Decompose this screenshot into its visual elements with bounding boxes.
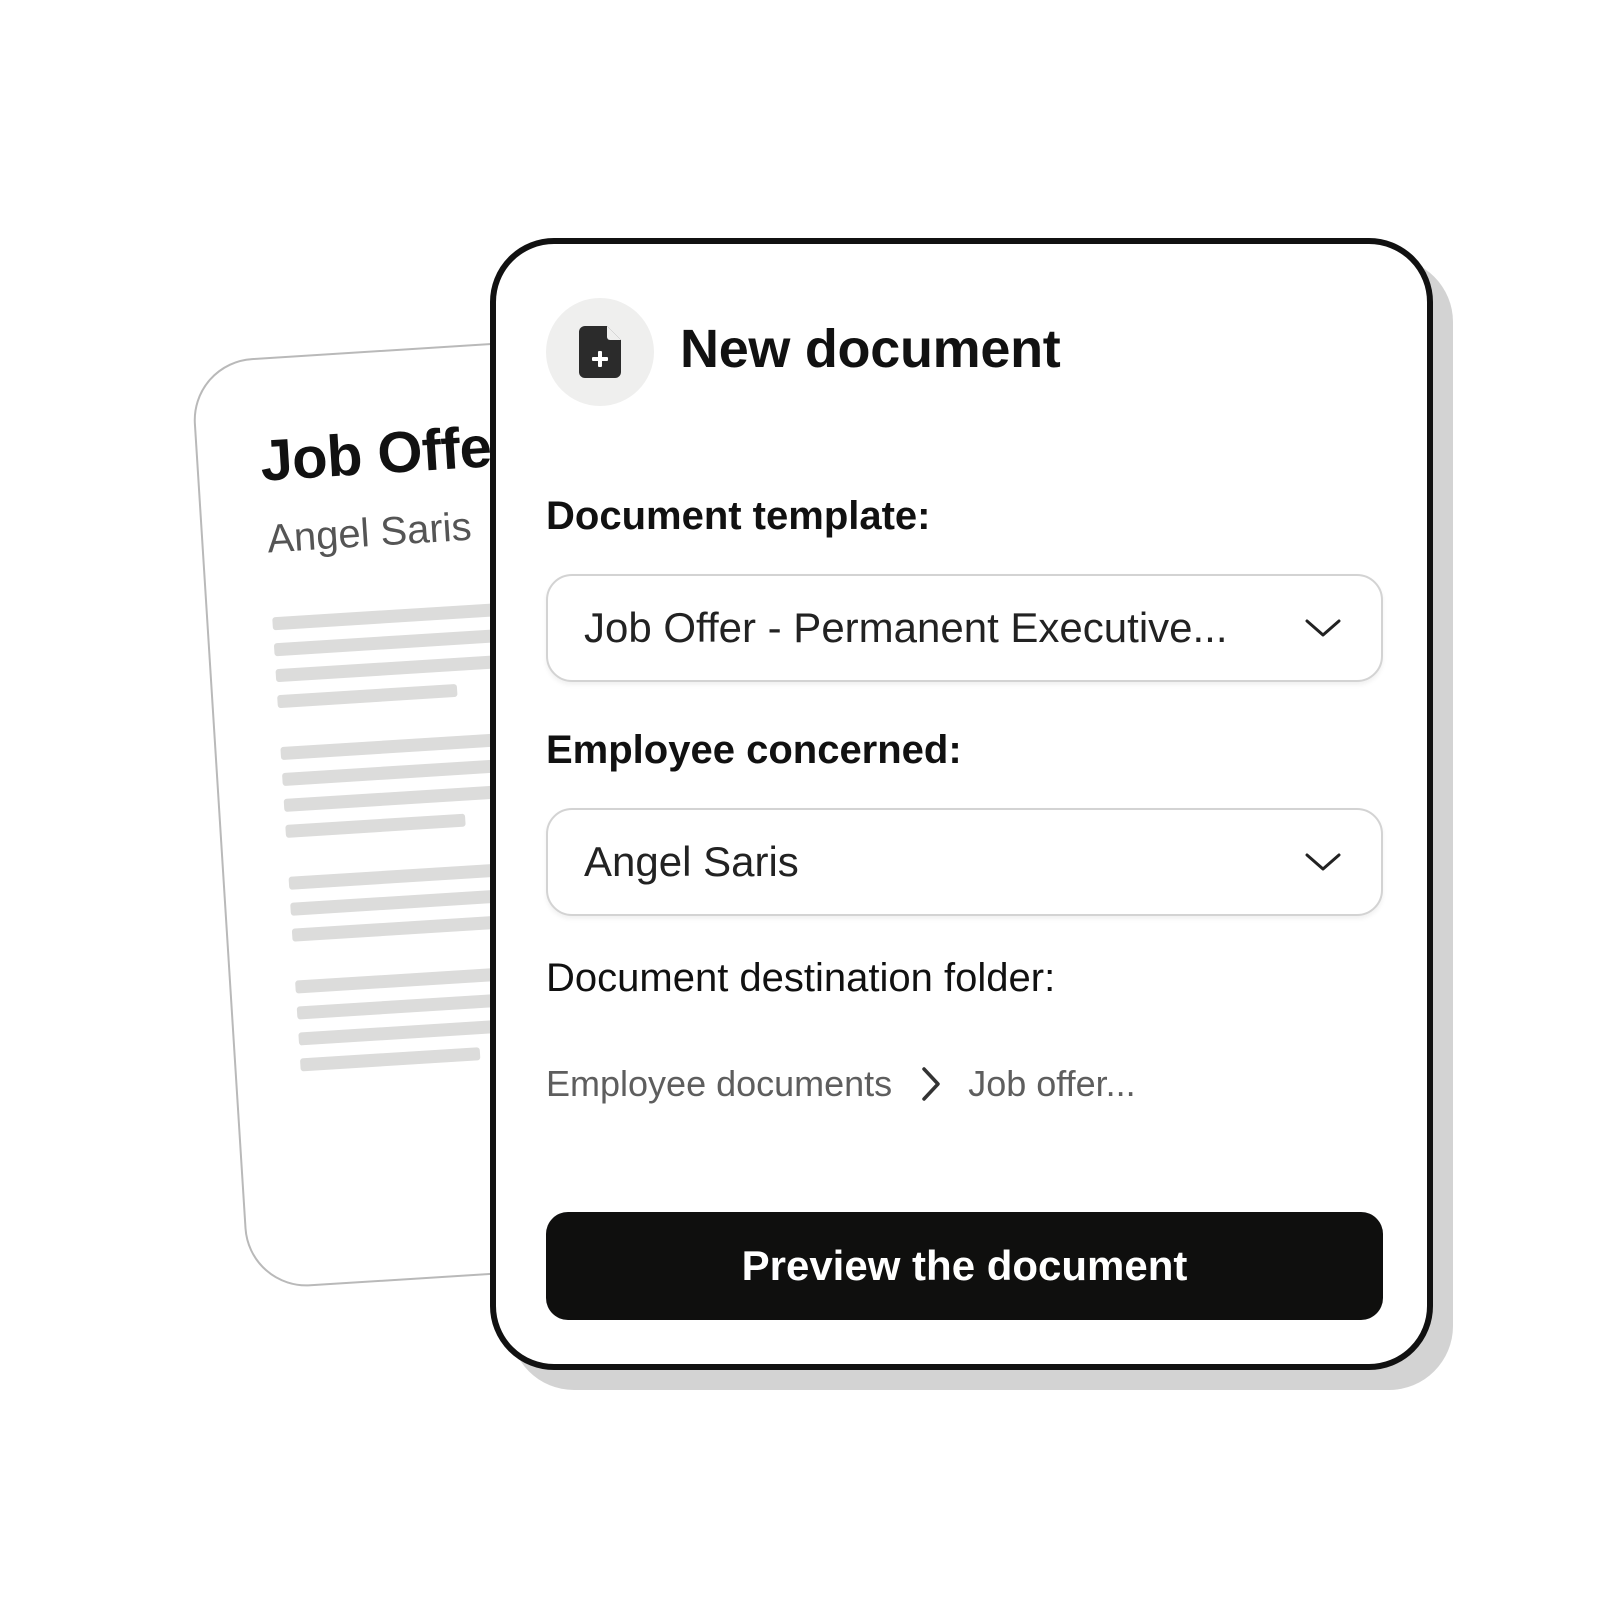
placeholder-text-line [285,813,466,838]
placeholder-text-line [299,1047,481,1072]
template-select-value: Job Offer - Permanent Executive... [584,604,1228,651]
breadcrumb-item-job-offer[interactable]: Job offer... [968,1063,1135,1105]
background-document-employee-name: Angel Saris [265,504,473,562]
destination-breadcrumb: Employee documents Job offer... [546,1054,1136,1114]
dialog-title: New document [680,319,1061,379]
breadcrumb-item-employee-documents[interactable]: Employee documents [546,1063,892,1105]
employee-select[interactable]: Angel Saris [546,808,1383,916]
template-select[interactable]: Job Offer - Permanent Executive... [546,574,1383,682]
new-document-dialog: New document Document template: Job Offe… [490,238,1433,1370]
file-plus-icon [579,326,621,378]
preview-document-button[interactable]: Preview the document [546,1212,1383,1320]
template-field-label: Document template: [546,494,931,538]
chevron-right-icon [922,1067,940,1101]
destination-field-label: Document destination folder: [546,956,1056,1000]
chevron-down-icon [1305,619,1341,637]
placeholder-text-line [277,683,458,709]
chevron-down-icon [1305,853,1341,871]
employee-select-value: Angel Saris [584,838,799,885]
header-icon-badge [546,298,654,406]
background-document-title: Job Offer [258,412,516,494]
employee-field-label: Employee concerned: [546,728,962,772]
